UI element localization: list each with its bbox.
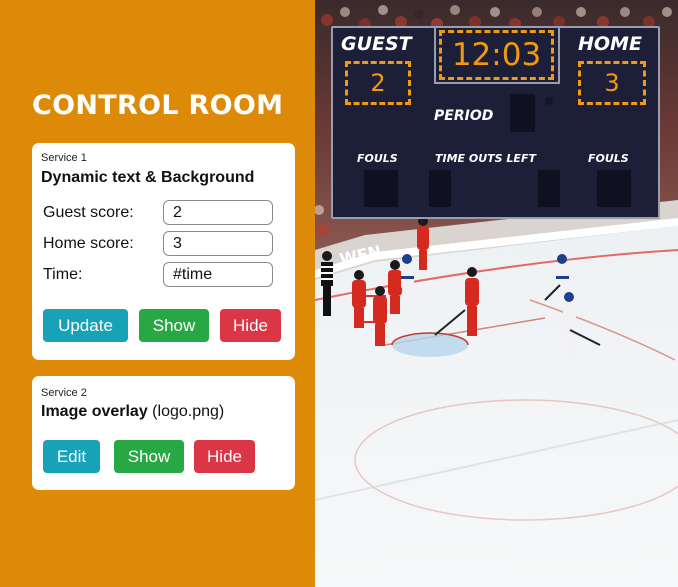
- service-2-title-main: Image overlay: [41, 403, 148, 420]
- timeouts-label: TIME OUTS LEFT: [435, 152, 536, 165]
- scoreboard-overlay: GUEST HOME 2 12:03 3 PERIOD FOULS TIME O…: [331, 26, 660, 219]
- possession-indicator: [545, 97, 553, 105]
- home-label: HOME: [578, 33, 642, 55]
- update-button[interactable]: Update: [43, 309, 128, 342]
- home-fouls-display: [597, 170, 631, 207]
- period-display: [510, 94, 535, 132]
- home-score-display: 3: [578, 61, 646, 105]
- service-2-title-filename: (logo.png): [147, 403, 225, 420]
- control-panel: CONTROL ROOM Service 1 Dynamic text & Ba…: [0, 0, 315, 587]
- period-label: PERIOD: [434, 108, 494, 124]
- service-1-card: Service 1 Dynamic text & Background Gues…: [32, 143, 295, 360]
- time-label: Time:: [43, 266, 83, 283]
- edit-button[interactable]: Edit: [43, 440, 100, 473]
- time-display: 12:03: [439, 30, 554, 80]
- guest-score-input[interactable]: [163, 200, 273, 225]
- guest-score-display: 2: [345, 61, 411, 105]
- home-score-label: Home score:: [43, 235, 134, 252]
- show-button-service-1[interactable]: Show: [139, 309, 209, 342]
- panel-title: CONTROL ROOM: [32, 90, 284, 121]
- home-timeouts-display: [538, 170, 560, 207]
- hide-button-service-2[interactable]: Hide: [194, 440, 255, 473]
- home-score-input[interactable]: [163, 231, 273, 256]
- guest-score-label: Guest score:: [43, 204, 134, 221]
- service-2-title: Image overlay (logo.png): [41, 403, 224, 421]
- fouls-right-label: FOULS: [588, 152, 629, 165]
- service-1-caption: Service 1: [41, 152, 87, 164]
- fouls-left-label: FOULS: [357, 152, 398, 165]
- show-button-service-2[interactable]: Show: [114, 440, 184, 473]
- guest-label: GUEST: [341, 33, 412, 55]
- service-2-card: Service 2 Image overlay (logo.png) Edit …: [32, 376, 295, 490]
- time-input[interactable]: [163, 262, 273, 287]
- service-1-title: Dynamic text & Background: [41, 169, 255, 186]
- guest-timeouts-display: [429, 170, 451, 207]
- service-2-caption: Service 2: [41, 387, 87, 399]
- guest-fouls-display: [364, 170, 398, 207]
- hide-button-service-1[interactable]: Hide: [220, 309, 281, 342]
